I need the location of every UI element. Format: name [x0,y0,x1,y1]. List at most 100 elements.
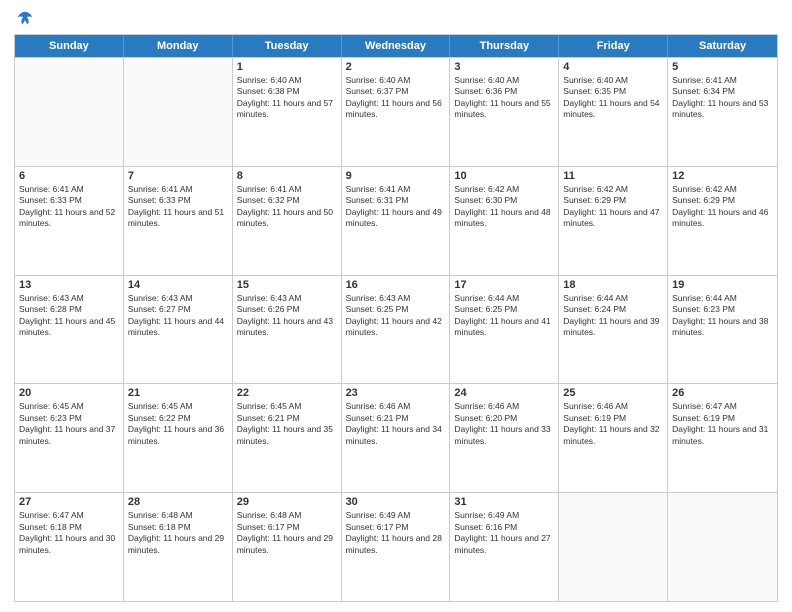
day-number: 7 [128,170,228,182]
calendar-header: SundayMondayTuesdayWednesdayThursdayFrid… [15,35,777,57]
calendar-cell-28: 28Sunrise: 6:48 AM Sunset: 6:18 PM Dayli… [124,493,233,601]
calendar-cell-17: 17 Sunrise: 6:44 AM Sunset: 6:25 PM Dayli… [450,276,559,384]
calendar-cell-empty [559,493,668,601]
day-number: 30 [346,496,446,508]
calendar-cell-22: 22Sunrise: 6:45 AM Sunset: 6:21 PM Dayli… [233,384,342,492]
header-day-monday: Monday [124,35,233,57]
day-number: 29 [237,496,337,508]
day-number: 14 [128,279,228,291]
calendar-cell-6: 6 Sunrise: 6:41 AM Sunset: 6:33 PM Daylig… [15,167,124,275]
day-number: 8 [237,170,337,182]
day-number: 31 [454,496,554,508]
day-number: 27 [19,496,119,508]
cell-sun-info: Sunrise: 6:46 AM Sunset: 6:19 PM Dayligh… [563,401,663,447]
calendar-cell-19: 19 Sunrise: 6:44 AM Sunset: 6:23 PM Dayli… [668,276,777,384]
calendar-cell-13: 13 Sunrise: 6:43 AM Sunset: 6:28 PM Dayli… [15,276,124,384]
cell-sun-info: Sunrise: 6:40 AM Sunset: 6:36 PM Dayligh… [454,75,554,121]
day-number: 6 [19,170,119,182]
cell-sun-info: Sunrise: 6:48 AM Sunset: 6:17 PM Dayligh… [237,510,337,556]
day-number: 12 [672,170,773,182]
header-day-friday: Friday [559,35,668,57]
cell-sun-info: Sunrise: 6:47 AM Sunset: 6:19 PM Dayligh… [672,401,773,447]
cell-sun-info: Sunrise: 6:41 AM Sunset: 6:34 PM Dayligh… [672,75,773,121]
day-number: 13 [19,279,119,291]
cell-sun-info: Sunrise: 6:43 AM Sunset: 6:28 PM Dayligh… [19,293,119,339]
calendar-cell-20: 20 Sunrise: 6:45 AM Sunset: 6:23 PM Dayli… [15,384,124,492]
calendar-cell-15: 15 Sunrise: 6:43 AM Sunset: 6:26 PM Dayli… [233,276,342,384]
cell-sun-info: Sunrise: 6:40 AM Sunset: 6:35 PM Dayligh… [563,75,663,121]
header-day-saturday: Saturday [668,35,777,57]
calendar-cell-4: 4 Sunrise: 6:40 AM Sunset: 6:35 PM Daylig… [559,58,668,166]
header [14,10,778,28]
calendar-cell-30: 30 Sunrise: 6:49 AM Sunset: 6:17 PM Dayli… [342,493,451,601]
calendar-cell-empty [668,493,777,601]
day-number: 20 [19,387,119,399]
cell-sun-info: Sunrise: 6:43 AM Sunset: 6:25 PM Dayligh… [346,293,446,339]
day-number: 25 [563,387,663,399]
logo-bird-icon [16,10,34,28]
calendar-cell-31: 31 Sunrise: 6:49 AM Sunset: 6:16 PM Dayli… [450,493,559,601]
day-number: 4 [563,61,663,73]
day-number: 21 [128,387,228,399]
cell-sun-info: Sunrise: 6:41 AM Sunset: 6:31 PM Dayligh… [346,184,446,230]
cell-sun-info: Sunrise: 6:49 AM Sunset: 6:17 PM Dayligh… [346,510,446,556]
calendar-cell-16: 16 Sunrise: 6:43 AM Sunset: 6:25 PM Dayli… [342,276,451,384]
cell-sun-info: Sunrise: 6:44 AM Sunset: 6:24 PM Dayligh… [563,293,663,339]
calendar-cell-5: 5 Sunrise: 6:41 AM Sunset: 6:34 PM Daylig… [668,58,777,166]
header-day-sunday: Sunday [15,35,124,57]
day-number: 15 [237,279,337,291]
cell-sun-info: Sunrise: 6:40 AM Sunset: 6:37 PM Dayligh… [346,75,446,121]
header-day-thursday: Thursday [450,35,559,57]
day-number: 23 [346,387,446,399]
cell-sun-info: Sunrise: 6:47 AM Sunset: 6:18 PM Dayligh… [19,510,119,556]
calendar-cell-12: 12Sunrise: 6:42 AM Sunset: 6:29 PM Dayli… [668,167,777,275]
day-number: 3 [454,61,554,73]
calendar-cell-1: 1 Sunrise: 6:40 AM Sunset: 6:38 PM Daylig… [233,58,342,166]
calendar-week-4: 20 Sunrise: 6:45 AM Sunset: 6:23 PM Dayli… [15,383,777,492]
page: SundayMondayTuesdayWednesdayThursdayFrid… [0,0,792,612]
cell-sun-info: Sunrise: 6:45 AM Sunset: 6:21 PM Dayligh… [237,401,337,447]
cell-sun-info: Sunrise: 6:43 AM Sunset: 6:26 PM Dayligh… [237,293,337,339]
header-day-tuesday: Tuesday [233,35,342,57]
cell-sun-info: Sunrise: 6:46 AM Sunset: 6:21 PM Dayligh… [346,401,446,447]
calendar-cell-18: 18Sunrise: 6:44 AM Sunset: 6:24 PM Dayli… [559,276,668,384]
cell-sun-info: Sunrise: 6:48 AM Sunset: 6:18 PM Dayligh… [128,510,228,556]
calendar-week-3: 13 Sunrise: 6:43 AM Sunset: 6:28 PM Dayli… [15,275,777,384]
cell-sun-info: Sunrise: 6:40 AM Sunset: 6:38 PM Dayligh… [237,75,337,121]
calendar-cell-empty [124,58,233,166]
calendar-cell-23: 23 Sunrise: 6:46 AM Sunset: 6:21 PM Dayli… [342,384,451,492]
calendar-cell-2: 2 Sunrise: 6:40 AM Sunset: 6:37 PM Daylig… [342,58,451,166]
calendar-cell-3: 3 Sunrise: 6:40 AM Sunset: 6:36 PM Daylig… [450,58,559,166]
calendar-cell-empty [15,58,124,166]
calendar: SundayMondayTuesdayWednesdayThursdayFrid… [14,34,778,602]
day-number: 24 [454,387,554,399]
day-number: 16 [346,279,446,291]
calendar-week-1: 1 Sunrise: 6:40 AM Sunset: 6:38 PM Daylig… [15,57,777,166]
day-number: 1 [237,61,337,73]
calendar-cell-10: 10Sunrise: 6:42 AM Sunset: 6:30 PM Dayli… [450,167,559,275]
calendar-cell-7: 7Sunrise: 6:41 AM Sunset: 6:33 PM Daylig… [124,167,233,275]
day-number: 5 [672,61,773,73]
cell-sun-info: Sunrise: 6:41 AM Sunset: 6:33 PM Dayligh… [19,184,119,230]
day-number: 10 [454,170,554,182]
calendar-cell-25: 25 Sunrise: 6:46 AM Sunset: 6:19 PM Dayli… [559,384,668,492]
calendar-cell-8: 8Sunrise: 6:41 AM Sunset: 6:32 PM Daylig… [233,167,342,275]
day-number: 2 [346,61,446,73]
cell-sun-info: Sunrise: 6:45 AM Sunset: 6:22 PM Dayligh… [128,401,228,447]
logo [14,10,34,28]
calendar-cell-21: 21 Sunrise: 6:45 AM Sunset: 6:22 PM Dayli… [124,384,233,492]
cell-sun-info: Sunrise: 6:44 AM Sunset: 6:25 PM Dayligh… [454,293,554,339]
day-number: 9 [346,170,446,182]
day-number: 19 [672,279,773,291]
cell-sun-info: Sunrise: 6:49 AM Sunset: 6:16 PM Dayligh… [454,510,554,556]
day-number: 17 [454,279,554,291]
calendar-week-5: 27 Sunrise: 6:47 AM Sunset: 6:18 PM Dayli… [15,492,777,601]
cell-sun-info: Sunrise: 6:44 AM Sunset: 6:23 PM Dayligh… [672,293,773,339]
day-number: 26 [672,387,773,399]
cell-sun-info: Sunrise: 6:46 AM Sunset: 6:20 PM Dayligh… [454,401,554,447]
cell-sun-info: Sunrise: 6:43 AM Sunset: 6:27 PM Dayligh… [128,293,228,339]
calendar-cell-14: 14 Sunrise: 6:43 AM Sunset: 6:27 PM Dayli… [124,276,233,384]
cell-sun-info: Sunrise: 6:45 AM Sunset: 6:23 PM Dayligh… [19,401,119,447]
header-day-wednesday: Wednesday [342,35,451,57]
calendar-cell-11: 11Sunrise: 6:42 AM Sunset: 6:29 PM Dayli… [559,167,668,275]
